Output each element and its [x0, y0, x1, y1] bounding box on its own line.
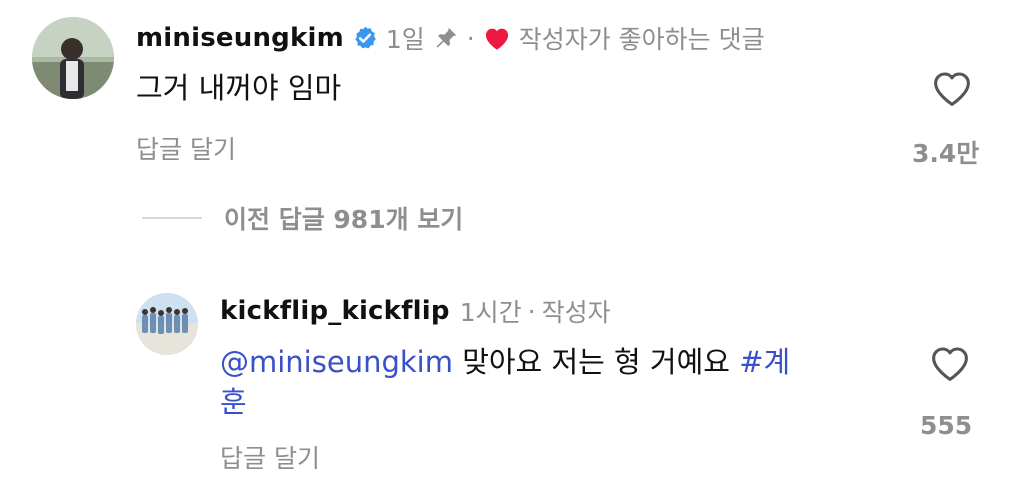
pin-icon: [433, 25, 459, 51]
comment-like-button[interactable]: [930, 68, 974, 108]
comment-reply-button[interactable]: 답글 달기: [136, 130, 236, 166]
reply-separator: ·: [527, 296, 536, 326]
comment-time: 1일: [385, 25, 425, 54]
reply-avatar[interactable]: [136, 293, 198, 355]
comment-text: 그거 내꺼야 임마: [136, 71, 342, 105]
heart-outline-icon: [932, 347, 968, 381]
heart-filled-icon: [483, 25, 511, 51]
comment-username[interactable]: miniseungkim: [136, 23, 344, 53]
reply-reply-button[interactable]: 답글 달기: [220, 439, 320, 475]
reply-username[interactable]: kickflip_kickflip: [220, 296, 450, 326]
reply-mention-link[interactable]: @miniseungkim: [220, 345, 453, 379]
reply-time: 1시간: [459, 298, 522, 327]
comment-separator: ·: [466, 23, 475, 53]
reply-like-button[interactable]: [928, 343, 972, 383]
verified-badge-icon: [352, 25, 378, 51]
reply-header: kickflip_kickflip 1시간 · 작성자: [220, 292, 611, 330]
comment-avatar[interactable]: [32, 17, 114, 99]
reply-text-line-2: 훈: [220, 382, 880, 422]
reply-hashtag-part-1[interactable]: #계: [739, 345, 790, 379]
reply-text-body: 맞아요 저는 형 거예요: [462, 345, 730, 379]
comment-like-count: 3.4만: [912, 139, 980, 168]
comment-header: miniseungkim 1일 · 작성자가 좋아하는 댓글: [136, 18, 765, 58]
divider-line: [142, 217, 202, 219]
view-previous-label: 이전 답글 981개 보기: [224, 205, 464, 234]
reply-text: @miniseungkim 맞아요 저는 형 거예요 #계 훈: [220, 342, 880, 422]
view-previous-replies[interactable]: 이전 답글 981개 보기: [142, 198, 463, 238]
reply-author-label: 작성자: [541, 298, 611, 327]
reply-text-line-1: @miniseungkim 맞아요 저는 형 거예요 #계: [220, 342, 880, 382]
reply-hashtag-part-2[interactable]: 훈: [220, 385, 247, 419]
heart-outline-icon: [934, 72, 970, 106]
liked-by-author-label: 작성자가 좋아하는 댓글: [518, 25, 765, 54]
reply-like-count: 555: [920, 411, 973, 440]
